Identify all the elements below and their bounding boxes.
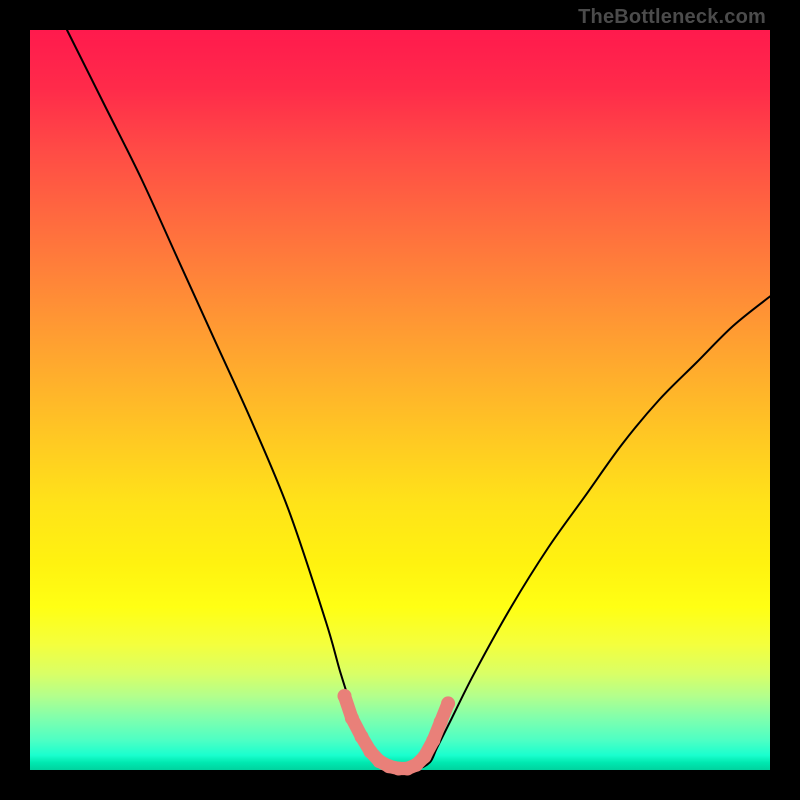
chart-svg [30, 30, 770, 770]
plot-area [30, 30, 770, 770]
bottleneck-curve-path [67, 30, 770, 771]
trough-marker-dot [355, 730, 369, 744]
trough-marker-dot [345, 711, 359, 725]
trough-marker-dot [441, 696, 455, 710]
trough-marker-dot [338, 689, 352, 703]
series-trough-markers [338, 689, 456, 776]
chart-frame: TheBottleneck.com [0, 0, 800, 800]
trough-marker-dot [417, 750, 431, 764]
series-bottleneck-curve [67, 30, 770, 771]
watermark-text: TheBottleneck.com [578, 6, 766, 29]
trough-marker-dot [426, 733, 440, 747]
trough-marker-dot [434, 715, 448, 729]
